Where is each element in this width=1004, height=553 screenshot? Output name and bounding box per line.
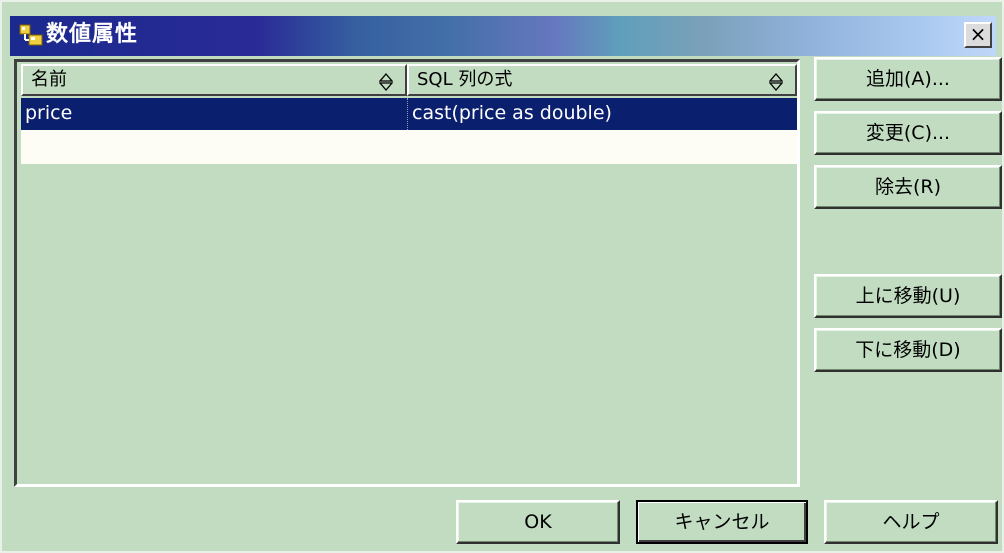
title-bar[interactable]: 数値属性 × [10,16,996,56]
sort-icon [379,73,393,91]
table-body: price cast(price as double) [21,98,797,164]
ok-button[interactable]: OK [456,500,620,544]
change-button[interactable]: 変更(C)... [814,111,1002,155]
numeric-attributes-dialog: 数値属性 × 名前 SQL 列の式 price cast(price as do… [0,0,1004,553]
column-header-sql[interactable]: SQL 列の式 [407,64,797,96]
column-header-name[interactable]: 名前 [21,64,407,96]
help-button[interactable]: ヘルプ [824,500,998,544]
table-header: 名前 SQL 列の式 [21,64,797,96]
move-down-button[interactable]: 下に移動(D) [814,328,1002,372]
add-button[interactable]: 追加(A)... [814,57,1002,101]
close-button[interactable]: × [964,22,992,48]
remove-button[interactable]: 除去(R) [814,165,1002,209]
close-icon: × [969,22,987,46]
attributes-table[interactable]: 名前 SQL 列の式 price cast(price as double) [14,59,800,487]
table-row-empty[interactable] [21,130,797,164]
sort-icon [769,73,783,91]
table-row[interactable]: price cast(price as double) [21,98,797,130]
move-up-button[interactable]: 上に移動(U) [814,274,1002,318]
cancel-button[interactable]: キャンセル [636,500,808,544]
cell-sql-expression [407,130,797,164]
cell-name [21,130,407,164]
folder-icon [19,24,43,46]
cell-name: price [25,102,73,124]
column-header-name-label: 名前 [31,69,67,90]
cell-sql-expression: cast(price as double) [407,98,797,130]
column-header-sql-label: SQL 列の式 [417,69,513,90]
dialog-title: 数値属性 [46,22,139,47]
